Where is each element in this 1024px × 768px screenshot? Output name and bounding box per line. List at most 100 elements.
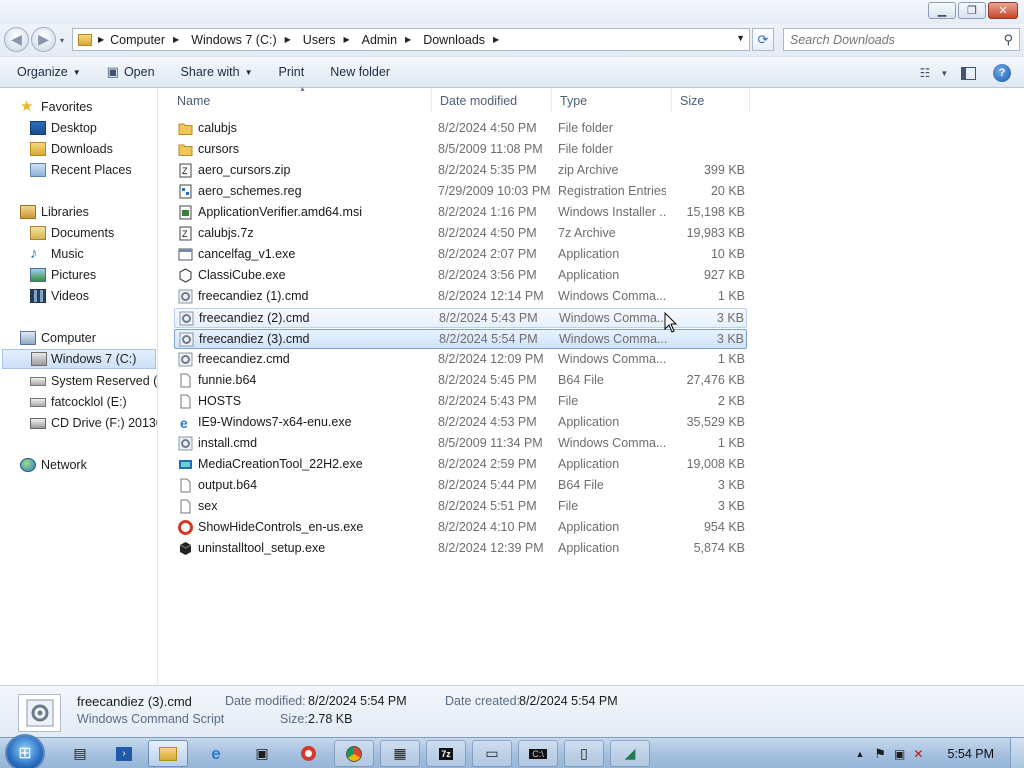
column-header-type[interactable]: Type — [552, 88, 672, 113]
file-row[interactable]: MediaCreationTool_22H2.exe 8/2/2024 2:59 … — [174, 455, 747, 475]
close-button[interactable]: ✕ — [988, 2, 1018, 19]
file-row[interactable]: freecandiez.cmd 8/2/2024 12:09 PM Windows … — [174, 350, 747, 370]
file-row[interactable]: Zcalubjs.7z 8/2/2024 4:50 PM 7z Archive 19,… — [174, 224, 747, 244]
nav-label: Libraries — [41, 205, 89, 219]
network-tray-icon[interactable]: ▣ — [894, 747, 905, 761]
breadcrumb-chevron-icon[interactable]: ▶ — [343, 35, 349, 44]
taskbar-app-7zip[interactable]: 7z — [426, 740, 466, 767]
volume-muted-icon[interactable]: ✕ — [913, 747, 923, 761]
search-box[interactable]: ⚲ — [783, 28, 1020, 51]
show-hidden-icons-chevron-icon[interactable]: ▲ — [855, 749, 864, 759]
file-row[interactable]: aero_schemes.reg 7/29/2009 10:03 PM Regist… — [174, 182, 747, 202]
taskbar-app-ie[interactable]: e — [196, 740, 236, 767]
taskbar-app-explorer[interactable] — [148, 740, 188, 767]
nav-pictures[interactable]: Pictures — [30, 265, 96, 285]
minimize-button[interactable]: ▁ — [928, 2, 956, 19]
taskbar-app-network[interactable]: ▭ — [472, 740, 512, 767]
file-row[interactable]: HOSTS 8/2/2024 5:43 PM File 2 KB — [174, 392, 747, 412]
maximize-button[interactable]: ❐ — [958, 2, 986, 19]
nav-drive-c[interactable]: Windows 7 (C:) — [2, 349, 156, 369]
nav-downloads[interactable]: Downloads — [30, 139, 113, 159]
nav-label: System Reserved (D: — [51, 374, 158, 388]
breadcrumb-chevron-icon[interactable]: ▶ — [493, 35, 499, 44]
file-row[interactable]: ShowHideControls_en-us.exe 8/2/2024 4:10 … — [174, 518, 747, 538]
details-filename: freecandiez (3).cmd — [77, 694, 192, 709]
taskbar-app-notepad[interactable]: ▯ — [564, 740, 604, 767]
search-icon[interactable]: ⚲ — [1003, 32, 1013, 48]
file-row[interactable]: freecandiez (2).cmd 8/2/2024 5:43 PM Windo… — [174, 308, 747, 328]
breadcrumb-label: Computer — [110, 32, 166, 47]
nav-videos[interactable]: Videos — [30, 286, 89, 306]
nav-label: Computer — [41, 331, 96, 345]
back-button[interactable]: ◀ — [4, 27, 29, 52]
column-header-size[interactable]: Size — [672, 88, 750, 113]
organize-button[interactable]: Organize ▼ — [9, 60, 89, 84]
forward-button[interactable]: ▶ — [31, 27, 56, 52]
address-bar[interactable]: ▶ Computer ▶ Windows 7 (C:) ▶ Users ▶ Admin… — [72, 28, 750, 51]
show-desktop-button[interactable] — [1010, 738, 1024, 768]
help-button[interactable]: ? — [988, 61, 1016, 85]
file-row[interactable]: uninstalltool_setup.exe 8/2/2024 12:39 PM… — [174, 539, 747, 559]
file-row[interactable]: install.cmd 8/5/2009 11:34 PM Windows Comm… — [174, 434, 747, 454]
taskbar-app-installer[interactable]: ▣ — [242, 740, 282, 767]
nav-network[interactable]: Network — [20, 455, 87, 475]
nav-label: Windows 7 (C:) — [51, 352, 137, 366]
red-circle-app-icon — [300, 746, 316, 761]
column-header-date[interactable]: Date modified — [432, 88, 552, 113]
taskbar-app-chrome[interactable] — [334, 740, 374, 767]
new-folder-button[interactable]: New folder — [322, 60, 398, 84]
file-date-modified: 8/2/2024 5:44 PM — [438, 478, 537, 492]
taskbar-app-calculator[interactable]: ▦ — [380, 740, 420, 767]
taskbar-app-taskmanager[interactable]: ▤ — [60, 740, 100, 767]
file-row[interactable]: cursors 8/5/2009 11:08 PM File folder — [174, 140, 747, 160]
file-row[interactable]: e IE9-Windows7-x64-enu.exe 8/2/2024 4:53 P… — [174, 413, 747, 433]
share-with-button[interactable]: Share with ▼ — [173, 60, 261, 84]
nav-favorites[interactable]: ★ Favorites — [20, 97, 92, 117]
nav-label: Favorites — [41, 100, 93, 114]
address-dropdown-icon[interactable]: ▼ — [736, 33, 745, 43]
start-button[interactable]: ⊞ — [5, 734, 45, 768]
column-header-name[interactable]: Name ▲ — [169, 86, 432, 113]
file-row[interactable]: Zaero_cursors.zip 8/2/2024 5:35 PM zip Arc… — [174, 161, 747, 181]
recent-pages-chevron-icon[interactable]: ▾ — [60, 36, 64, 45]
preview-pane-button[interactable] — [954, 61, 982, 85]
file-row[interactable]: output.b64 8/2/2024 5:44 PM B64 File 3 KB — [174, 476, 747, 496]
action-center-flag-icon[interactable]: ⚑ — [874, 746, 886, 762]
nav-libraries[interactable]: Libraries — [20, 202, 89, 222]
nav-documents[interactable]: Documents — [30, 223, 114, 243]
search-input[interactable] — [790, 32, 990, 47]
nav-drive-f[interactable]: CD Drive (F:) 201301. — [30, 413, 157, 433]
nav-computer[interactable]: Computer — [20, 328, 96, 348]
nav-desktop[interactable]: Desktop — [30, 118, 97, 138]
nav-recent-places[interactable]: Recent Places — [30, 160, 132, 180]
breadcrumb-drive-c[interactable]: Windows 7 (C:) ▶ — [185, 33, 297, 47]
breadcrumb-users[interactable]: Users ▶ — [297, 33, 356, 47]
print-button[interactable]: Print — [271, 60, 313, 84]
refresh-button[interactable]: ⟳ — [752, 28, 774, 51]
media-file-icon — [178, 457, 193, 472]
nav-drive-d[interactable]: System Reserved (D: — [30, 371, 158, 391]
taskbar-clock[interactable]: 5:54 PM — [947, 747, 994, 761]
file-row[interactable]: calubjs 8/2/2024 4:50 PM File folder — [174, 119, 747, 139]
taskbar-app-red[interactable] — [288, 740, 328, 767]
breadcrumb-computer[interactable]: Computer ▶ — [104, 33, 185, 47]
taskbar-app-media[interactable]: ◢ — [610, 740, 650, 767]
open-button[interactable]: ▣ Open — [99, 60, 163, 84]
nav-drive-e[interactable]: fatcocklol (E:) — [30, 392, 127, 412]
breadcrumb-chevron-icon[interactable]: ▶ — [173, 35, 179, 44]
file-row[interactable]: cancelfag_v1.exe 8/2/2024 2:07 PM Applicat… — [174, 245, 747, 265]
file-row[interactable]: sex 8/2/2024 5:51 PM File 3 KB — [174, 497, 747, 517]
nav-music[interactable]: ♪ Music — [30, 244, 84, 264]
file-row[interactable]: freecandiez (3).cmd 8/2/2024 5:54 PM Windo… — [174, 329, 747, 349]
breadcrumb-chevron-icon[interactable]: ▶ — [405, 35, 411, 44]
file-row[interactable]: ClassiCube.exe 8/2/2024 3:56 PM Applicatio… — [174, 266, 747, 286]
file-row[interactable]: freecandiez (1).cmd 8/2/2024 12:14 PM Wind… — [174, 287, 747, 307]
change-view-button[interactable]: ☷ ▼ — [920, 61, 949, 85]
taskbar-app-powershell[interactable]: › — [104, 740, 144, 767]
file-row[interactable]: ApplicationVerifier.amd64.msi 8/2/2024 1:… — [174, 203, 747, 223]
breadcrumb-chevron-icon[interactable]: ▶ — [285, 35, 291, 44]
taskbar-app-cmd[interactable]: C:\ — [518, 740, 558, 767]
breadcrumb-downloads[interactable]: Downloads ▶ — [417, 33, 505, 47]
file-row[interactable]: funnie.b64 8/2/2024 5:45 PM B64 File 27,476… — [174, 371, 747, 391]
breadcrumb-admin[interactable]: Admin ▶ — [356, 33, 418, 47]
